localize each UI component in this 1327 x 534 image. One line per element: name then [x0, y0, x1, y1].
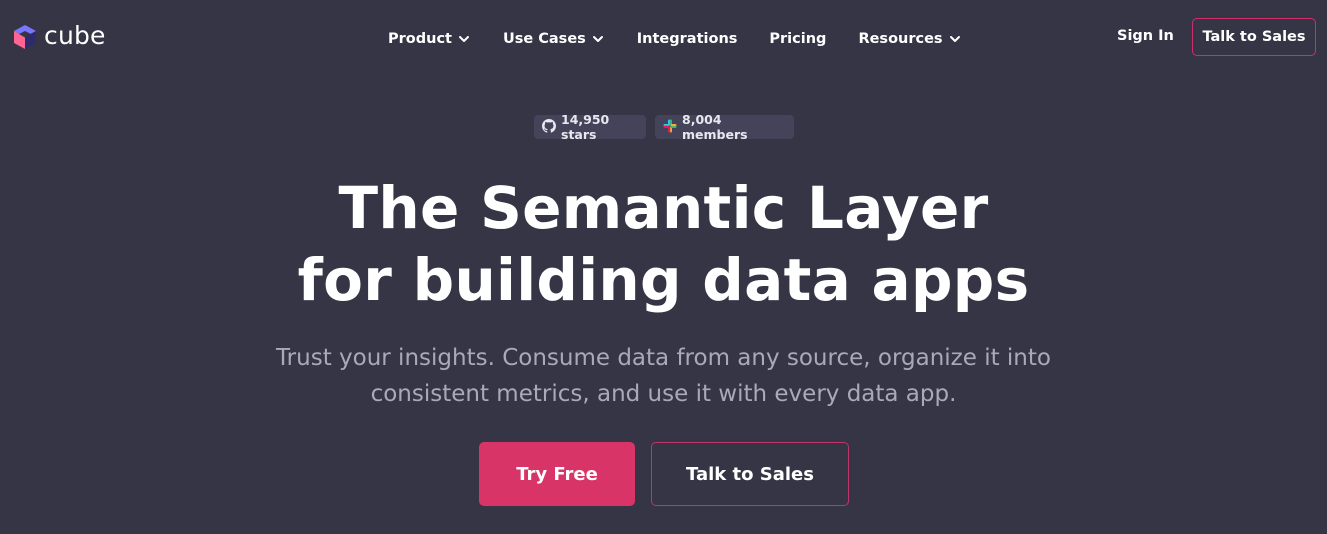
slack-members-badge[interactable]: 8,004 members [655, 112, 794, 142]
landing-page: cube Product Use Cases Integrations Pric… [0, 0, 1327, 534]
hero-headline: The Semantic Layer for building data app… [0, 172, 1327, 316]
sign-in-link[interactable]: Sign In [1117, 28, 1174, 44]
hero-subtext-line-1: Trust your insights. Consume data from a… [276, 345, 1051, 371]
nav-item-pricing[interactable]: Pricing [769, 31, 826, 47]
hero-headline-line-2: for building data apps [297, 246, 1030, 314]
slack-icon [663, 119, 677, 136]
nav-item-resources[interactable]: Resources [858, 31, 960, 47]
nav-item-label: Use Cases [502, 31, 586, 47]
nav-item-label: Resources [858, 31, 943, 47]
nav-item-integrations[interactable]: Integrations [637, 31, 738, 47]
talk-to-sales-button[interactable]: Talk to Sales [651, 442, 849, 506]
nav-item-product[interactable]: Product [388, 31, 470, 47]
header-talk-to-sales-button[interactable]: Talk to Sales [1192, 18, 1316, 56]
nav-item-use-cases[interactable]: Use Cases [503, 31, 604, 47]
nav-item-label: Integrations [636, 31, 738, 47]
chevron-down-icon [458, 33, 470, 45]
github-stars-badge[interactable]: 14,950 stars [534, 112, 646, 142]
chevron-down-icon [949, 33, 961, 45]
cube-logo-icon [12, 23, 38, 51]
nav-item-label: Pricing [769, 31, 827, 47]
chevron-down-icon [592, 33, 604, 45]
github-icon [542, 118, 556, 136]
brand-name: cube [44, 21, 106, 50]
nav-item-label: Product [388, 31, 452, 47]
try-free-button[interactable]: Try Free [479, 442, 635, 506]
hero-headline-line-1: The Semantic Layer [338, 174, 989, 242]
slack-members-label: 8,004 members [682, 112, 748, 142]
main-nav: Product Use Cases Integrations Pricing R… [388, 27, 961, 51]
hero-subtext: Trust your insights. Consume data from a… [0, 340, 1327, 412]
social-proof-badges: 14,950 stars 8,004 members [534, 112, 794, 142]
hero-subtext-line-2: consistent metrics, and use it with ever… [370, 381, 957, 407]
brand-logo[interactable]: cube [12, 21, 106, 52]
github-stars-label: 14,950 stars [561, 112, 610, 142]
